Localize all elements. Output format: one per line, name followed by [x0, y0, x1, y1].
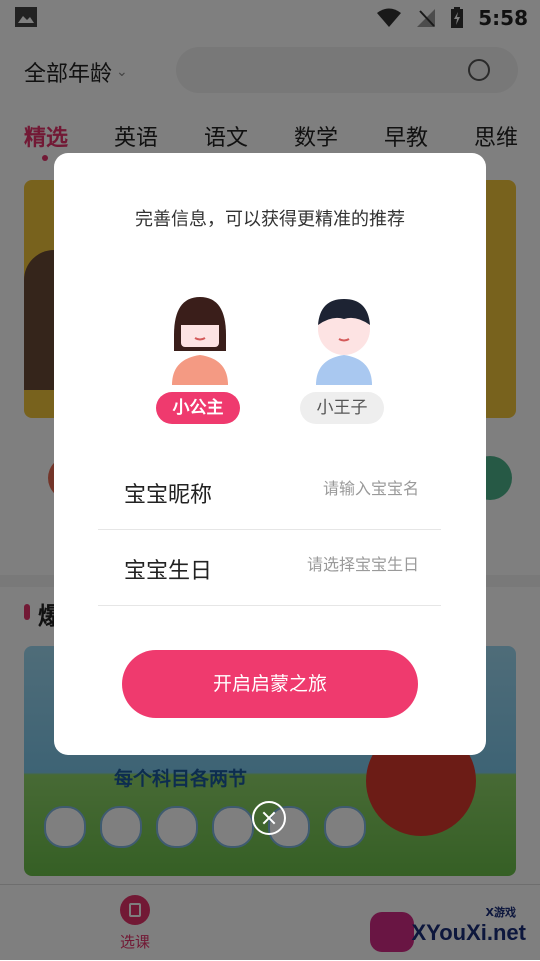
birthday-field: 宝宝生日: [98, 529, 441, 606]
nickname-label: 宝宝昵称: [124, 483, 213, 508]
nickname-field: 宝宝昵称: [98, 453, 441, 530]
start-journey-button[interactable]: 开启启蒙之旅: [122, 650, 418, 718]
close-icon[interactable]: [252, 801, 286, 835]
nickname-input[interactable]: [249, 479, 419, 498]
girl-avatar-icon[interactable]: [168, 295, 232, 385]
profile-dialog: 完善信息，可以获得更精准的推荐 小公主 小王子 宝宝昵称 宝宝生日 开启启蒙之旅: [54, 153, 486, 755]
birthday-picker[interactable]: [249, 555, 419, 574]
gender-option-boy[interactable]: 小王子: [300, 392, 384, 424]
boy-avatar-icon[interactable]: [312, 295, 376, 385]
gender-option-girl[interactable]: 小公主: [156, 392, 240, 424]
birthday-label: 宝宝生日: [124, 559, 213, 584]
dialog-title: 完善信息，可以获得更精准的推荐: [135, 209, 405, 230]
